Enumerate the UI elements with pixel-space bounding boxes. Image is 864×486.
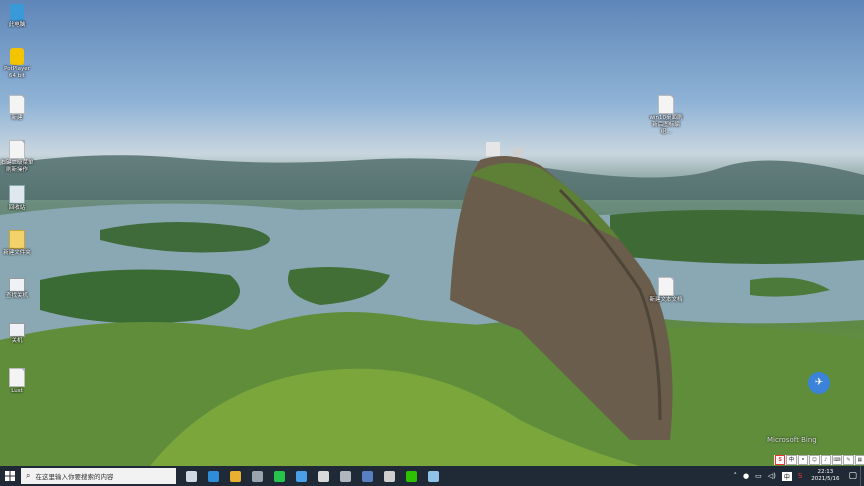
start-button[interactable] <box>0 466 20 486</box>
edge-pinned-button[interactable] <box>202 466 224 486</box>
sogou-icon[interactable]: S <box>775 455 786 465</box>
document-icon <box>9 368 25 387</box>
wallpaper-landscape <box>0 142 864 466</box>
desktop-icon-shutdown[interactable]: 关机 <box>0 323 34 345</box>
shortcut-icon <box>9 278 25 292</box>
potplayer-icon <box>10 48 24 65</box>
ime-tray-button[interactable]: 中 <box>781 471 792 481</box>
computer-icon <box>10 4 24 21</box>
calculator-pinned-button[interactable] <box>378 466 400 486</box>
mic-icon[interactable]: ♪ <box>820 455 831 465</box>
desktop-icon-win10-refresh[interactable]: win10桌面刷新后图标编组... <box>648 95 684 136</box>
clock[interactable]: 22:13 2021/5/16 <box>805 469 845 483</box>
browser-pinned-button[interactable] <box>290 466 312 486</box>
camera-icon <box>339 470 351 482</box>
desktop-icon-recycle-bin[interactable]: 回收站 <box>0 185 34 212</box>
clock-app-pinned-button[interactable] <box>246 466 268 486</box>
camera-pinned-button[interactable] <box>334 466 356 486</box>
document-icon <box>658 277 674 296</box>
tools-icon[interactable]: ▦ <box>854 455 864 465</box>
folder-icon <box>9 230 25 249</box>
system-tray: ˄ ● ▭ ◁) 中 S 22:13 2021/5/16 ▢ <box>730 466 864 486</box>
browser-icon <box>295 470 307 482</box>
network-icon[interactable]: ▭ <box>755 472 762 480</box>
terminal-icon <box>361 470 373 482</box>
taskbar: ⌕ 在这里输入你要搜索的内容 ˄ ● ▭ ◁) 中 S 22:13 2021/5… <box>0 466 864 486</box>
floating-app-icon[interactable]: ✈ <box>808 372 830 394</box>
wechat-pinned-button[interactable] <box>400 466 422 486</box>
keyboard-icon[interactable]: ⌨ <box>831 455 843 465</box>
mail-icon <box>317 470 329 482</box>
pinned-apps <box>180 466 444 486</box>
search-placeholder: 在这里输入你要搜索的内容 <box>35 473 114 481</box>
taskbar-search-box[interactable]: ⌕ 在这里输入你要搜索的内容 <box>21 468 176 484</box>
calculator-icon <box>383 470 395 482</box>
sogou-tray-icon[interactable]: S <box>798 472 802 480</box>
mail-pinned-button[interactable] <box>312 466 334 486</box>
clock-date: 2021/5/16 <box>811 476 840 482</box>
show-hidden-icons[interactable]: ˄ <box>733 472 737 480</box>
desktop-icon-context-menu[interactable]: 右键二级菜单 刷新操作 <box>0 140 34 174</box>
task-view-icon <box>185 470 197 482</box>
windows-logo-icon <box>5 471 15 481</box>
clock-app-icon <box>251 470 263 482</box>
terminal-pinned-button[interactable] <box>356 466 378 486</box>
skin-icon[interactable]: ✎ <box>843 455 854 465</box>
pen-app-pinned-button[interactable] <box>422 466 444 486</box>
chrome-icon <box>229 470 241 482</box>
edge-icon <box>207 470 219 482</box>
emoji-icon[interactable]: ☺ <box>809 455 820 465</box>
show-desktop-button[interactable] <box>860 466 864 486</box>
document-icon <box>9 95 25 114</box>
desktop-icon-new-folder[interactable]: 新建文件夹 <box>0 230 34 257</box>
desktop-icon-find-shutdown[interactable]: 查找关机 <box>0 278 34 300</box>
shortcut-icon <box>9 323 25 337</box>
punctuation-icon[interactable]: • <box>797 455 809 465</box>
task-view-pinned-button[interactable] <box>180 466 202 486</box>
desktop-icon-new-text[interactable]: 新建文本文档 <box>648 277 684 304</box>
desktop-icon-new[interactable]: 新建 <box>0 95 34 122</box>
volume-icon[interactable]: ◁) <box>768 472 776 480</box>
notification-icon[interactable]: ▢ <box>848 471 857 481</box>
recycle-bin-icon <box>9 185 25 204</box>
chrome-pinned-button[interactable] <box>224 466 246 486</box>
document-icon <box>9 140 25 159</box>
pen-app-icon <box>427 470 439 482</box>
desktop-icon-lust[interactable]: Lust <box>0 368 34 395</box>
desktop-wallpaper <box>0 0 864 466</box>
ime-toolbar[interactable]: S 中 • ☺ ♪ ⌨ ✎ ▦ <box>774 455 864 465</box>
wechat-icon <box>405 470 417 482</box>
mic-tray-icon[interactable]: ● <box>743 472 749 480</box>
search-icon: ⌕ <box>26 471 31 480</box>
ime-mode-button[interactable]: 中 <box>786 455 797 465</box>
bing-watermark: Microsoft Bing <box>767 436 817 444</box>
clock-time: 22:13 <box>817 469 834 475</box>
document-icon <box>658 95 674 114</box>
arrow-app-icon <box>273 470 285 482</box>
desktop-icon-this-pc[interactable]: 此电脑 <box>0 4 34 29</box>
desktop-icon-potplayer[interactable]: PotPlayer 64 bit <box>0 48 34 80</box>
arrow-app-pinned-button[interactable] <box>268 466 290 486</box>
